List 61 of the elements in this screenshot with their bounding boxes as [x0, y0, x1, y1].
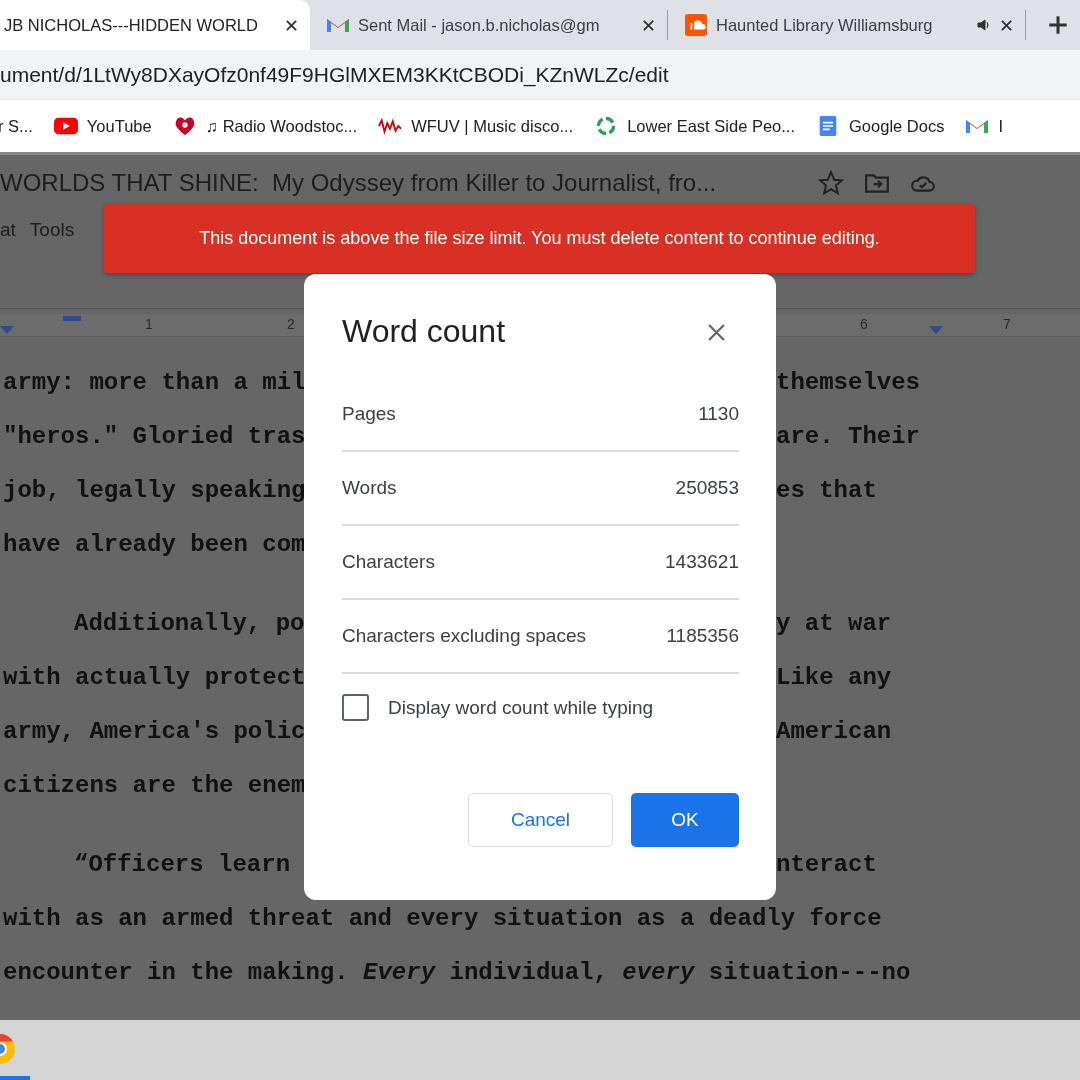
stat-label: Pages: [342, 403, 396, 425]
document-text: American: [776, 717, 892, 745]
ruler-number: 1: [145, 316, 153, 332]
document-text: army, America's polic: [2, 717, 306, 745]
document-text: citizens are the enem: [2, 771, 306, 799]
close-icon[interactable]: [285, 18, 298, 32]
document-text: with actually protect: [2, 663, 306, 691]
document-text: es that: [776, 476, 877, 504]
browser-tab[interactable]: JB NICHOLAS---HIDDEN WORLD: [0, 0, 310, 50]
stat-label: Words: [342, 477, 397, 499]
indent-marker-icon[interactable]: [0, 326, 14, 334]
document-text: y at war: [776, 609, 892, 637]
ruler-number: 6: [860, 316, 868, 332]
star-icon[interactable]: [818, 169, 844, 196]
wave-icon: [378, 116, 403, 136]
bookmark[interactable]: YouTube: [53, 116, 152, 136]
document-text: have already been com: [2, 530, 306, 558]
close-icon[interactable]: [642, 18, 655, 32]
tab-title: Sent Mail - jason.b.nicholas@gm: [358, 15, 601, 35]
close-icon[interactable]: [708, 323, 725, 341]
stat-value: 1130: [698, 403, 739, 425]
document-text: job, legally speaking: [2, 476, 306, 504]
document-text: army: more than a mil: [2, 368, 306, 396]
bookmark[interactable]: Lower East Side Peo...: [594, 116, 795, 136]
ruler-number: 2: [287, 316, 295, 332]
bookmark[interactable]: Google Docs: [816, 116, 945, 136]
stat-label: Characters excluding spaces: [342, 625, 586, 647]
document-text: “Officers learn: [73, 850, 291, 878]
browser-tab[interactable]: Haunted Library Williamsburg: [668, 10, 1026, 40]
browser-tab[interactable]: Sent Mail - jason.b.nicholas@gm: [310, 10, 668, 40]
stat-value: 1185356: [666, 625, 739, 647]
bookmark[interactable]: WFUV | Music disco...: [378, 116, 574, 136]
ok-button[interactable]: OK: [631, 793, 739, 847]
document-text: themselves: [776, 368, 921, 396]
indent-marker-icon[interactable]: [929, 326, 943, 334]
play-icon: [53, 116, 78, 136]
cancel-button[interactable]: Cancel: [468, 793, 613, 847]
ruler-number: 7: [1003, 316, 1011, 332]
dialog-title: Word count: [342, 312, 506, 350]
stat-label: Characters: [342, 551, 435, 573]
indent-handle[interactable]: [63, 316, 81, 321]
document-text: Additionally, po: [73, 609, 305, 637]
bookmark[interactable]: ♫ Radio Woodstoc...: [172, 116, 358, 136]
cloud-icon: [684, 14, 708, 36]
bookmark[interactable]: I: [965, 116, 1003, 136]
document-text: nteract: [776, 850, 877, 878]
tab-title: Haunted Library Williamsburg: [716, 15, 934, 35]
checkbox[interactable]: [342, 694, 369, 721]
document-text: Like any: [776, 663, 892, 691]
document-text: with as an armed threat and every situation as a deadly force: [2, 904, 882, 932]
document-text: "heros." Gloried tras: [2, 422, 306, 450]
tab-title: JB NICHOLAS---HIDDEN WORLD: [4, 15, 259, 35]
new-tab-icon[interactable]: [1048, 15, 1068, 35]
speaker-icon[interactable]: [976, 17, 992, 33]
error-message: This document is above the file size limit. You must delete content to continue editing.: [199, 228, 880, 249]
stat-value: 250853: [675, 477, 739, 499]
close-icon[interactable]: [1000, 18, 1013, 32]
document-text: are. Their: [776, 422, 921, 450]
stat-value: 1433621: [665, 551, 739, 573]
document-text: encounter in the making. Every individual, every situation---no: [2, 958, 911, 986]
checkbox-label[interactable]: Display word count while typing: [388, 696, 654, 719]
